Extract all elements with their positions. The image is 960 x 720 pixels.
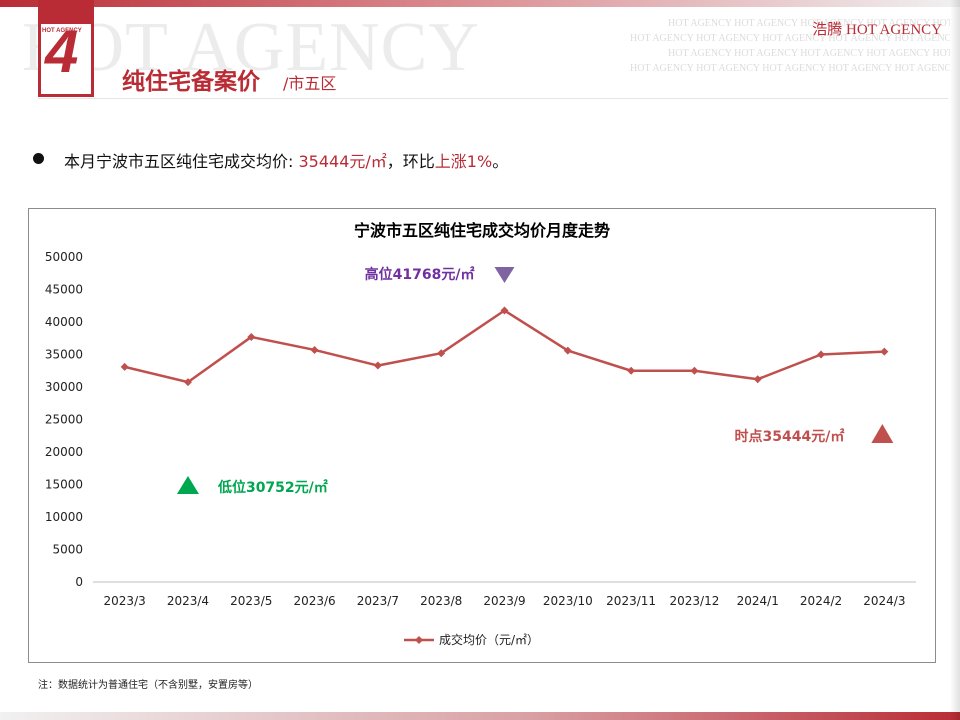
x-tick-label: 2023/9	[483, 594, 525, 608]
footnote: 注：数据统计为普通住宅（不含别墅，安置房等）	[38, 680, 258, 691]
x-tick-label: 2023/8	[420, 594, 462, 608]
legend-label: 成交均价（元/㎡）	[439, 632, 539, 647]
data-point	[120, 362, 129, 371]
summary-prefix: 本月宁波市五区纯住宅成交均价:	[64, 152, 299, 171]
logo-number: 4	[45, 18, 79, 85]
x-tick-label: 2023/4	[167, 594, 209, 608]
summary-price: 35444元/㎡	[298, 152, 387, 171]
brand-name: 浩腾 HOT AGENCY	[812, 22, 942, 38]
y-tick-label: 25000	[45, 413, 83, 427]
summary-suffix: 。	[492, 152, 509, 171]
high-marker-icon	[494, 267, 515, 283]
y-tick-label: 0	[75, 575, 83, 589]
summary-middle: ，环比	[386, 152, 435, 171]
data-point	[880, 347, 889, 356]
anniversary-logo: HOT AGENCY 4 2000~2024	[38, 0, 94, 97]
data-point	[690, 366, 699, 375]
x-tick-label: 2023/5	[230, 594, 272, 608]
y-tick-label: 35000	[45, 348, 83, 362]
watermark-row: HOT AGENCY HOT AGENCY HOT AGENCY HOT AGE…	[668, 48, 950, 59]
bottom-accent-bar	[0, 712, 960, 720]
x-tick-label: 2024/3	[863, 594, 905, 608]
title-divider	[38, 98, 948, 99]
chart-title: 宁波市五区纯住宅成交均价月度走势	[354, 221, 610, 240]
y-tick-label: 10000	[45, 510, 83, 524]
legend-marker	[415, 636, 423, 644]
x-tick-label: 2024/1	[737, 594, 779, 608]
low-marker-icon	[176, 476, 199, 494]
y-tick-label: 15000	[45, 478, 83, 492]
data-point	[817, 350, 826, 359]
y-tick-label: 45000	[45, 283, 83, 297]
y-tick-label: 40000	[45, 315, 83, 329]
data-point	[753, 375, 762, 384]
page-edge-shadow	[950, 0, 960, 720]
y-tick-label: 20000	[45, 445, 83, 459]
summary-line: 本月宁波市五区纯住宅成交均价: 35444元/㎡，环比上涨1%。	[64, 148, 508, 172]
page-title: 纯住宅备案价	[122, 69, 260, 95]
x-tick-label: 2023/12	[669, 594, 719, 608]
line-chart: 宁波市五区纯住宅成交均价月度走势 0 5000 10000 15000 20000 2500…	[45, 221, 916, 647]
data-point	[373, 361, 382, 370]
logo-years: 2000~2024	[44, 84, 75, 90]
series-line	[124, 309, 885, 384]
watermark-row: HOT AGENCY HOT AGENCY HOT AGENCY HOT AGE…	[630, 63, 950, 74]
x-tick-label: 2023/7	[357, 594, 399, 608]
y-tick-label: 50000	[45, 250, 83, 264]
bullet-icon	[33, 153, 44, 164]
current-marker-icon	[871, 424, 894, 443]
high-annotation: 高位41768元/㎡	[365, 266, 475, 283]
x-tick-label: 2023/3	[104, 594, 146, 608]
chart-frame: 宁波市五区纯住宅成交均价月度走势 0 5000 10000 15000 20000 2500…	[28, 208, 936, 663]
x-tick-label: 2024/2	[800, 594, 842, 608]
page-subtitle: /市五区	[283, 74, 337, 93]
x-tick-label: 2023/6	[293, 594, 335, 608]
x-tick-label: 2023/10	[543, 594, 593, 608]
top-accent-bar	[0, 0, 960, 7]
current-annotation: 时点35444元/㎡	[735, 428, 845, 445]
y-tick-label: 5000	[52, 543, 83, 557]
low-annotation: 低位30752元/㎡	[217, 479, 328, 496]
y-tick-label: 30000	[45, 380, 83, 394]
data-point	[627, 366, 636, 375]
x-tick-label: 2023/11	[606, 594, 656, 608]
summary-change: 上涨1%	[434, 152, 493, 171]
data-point	[310, 345, 319, 354]
